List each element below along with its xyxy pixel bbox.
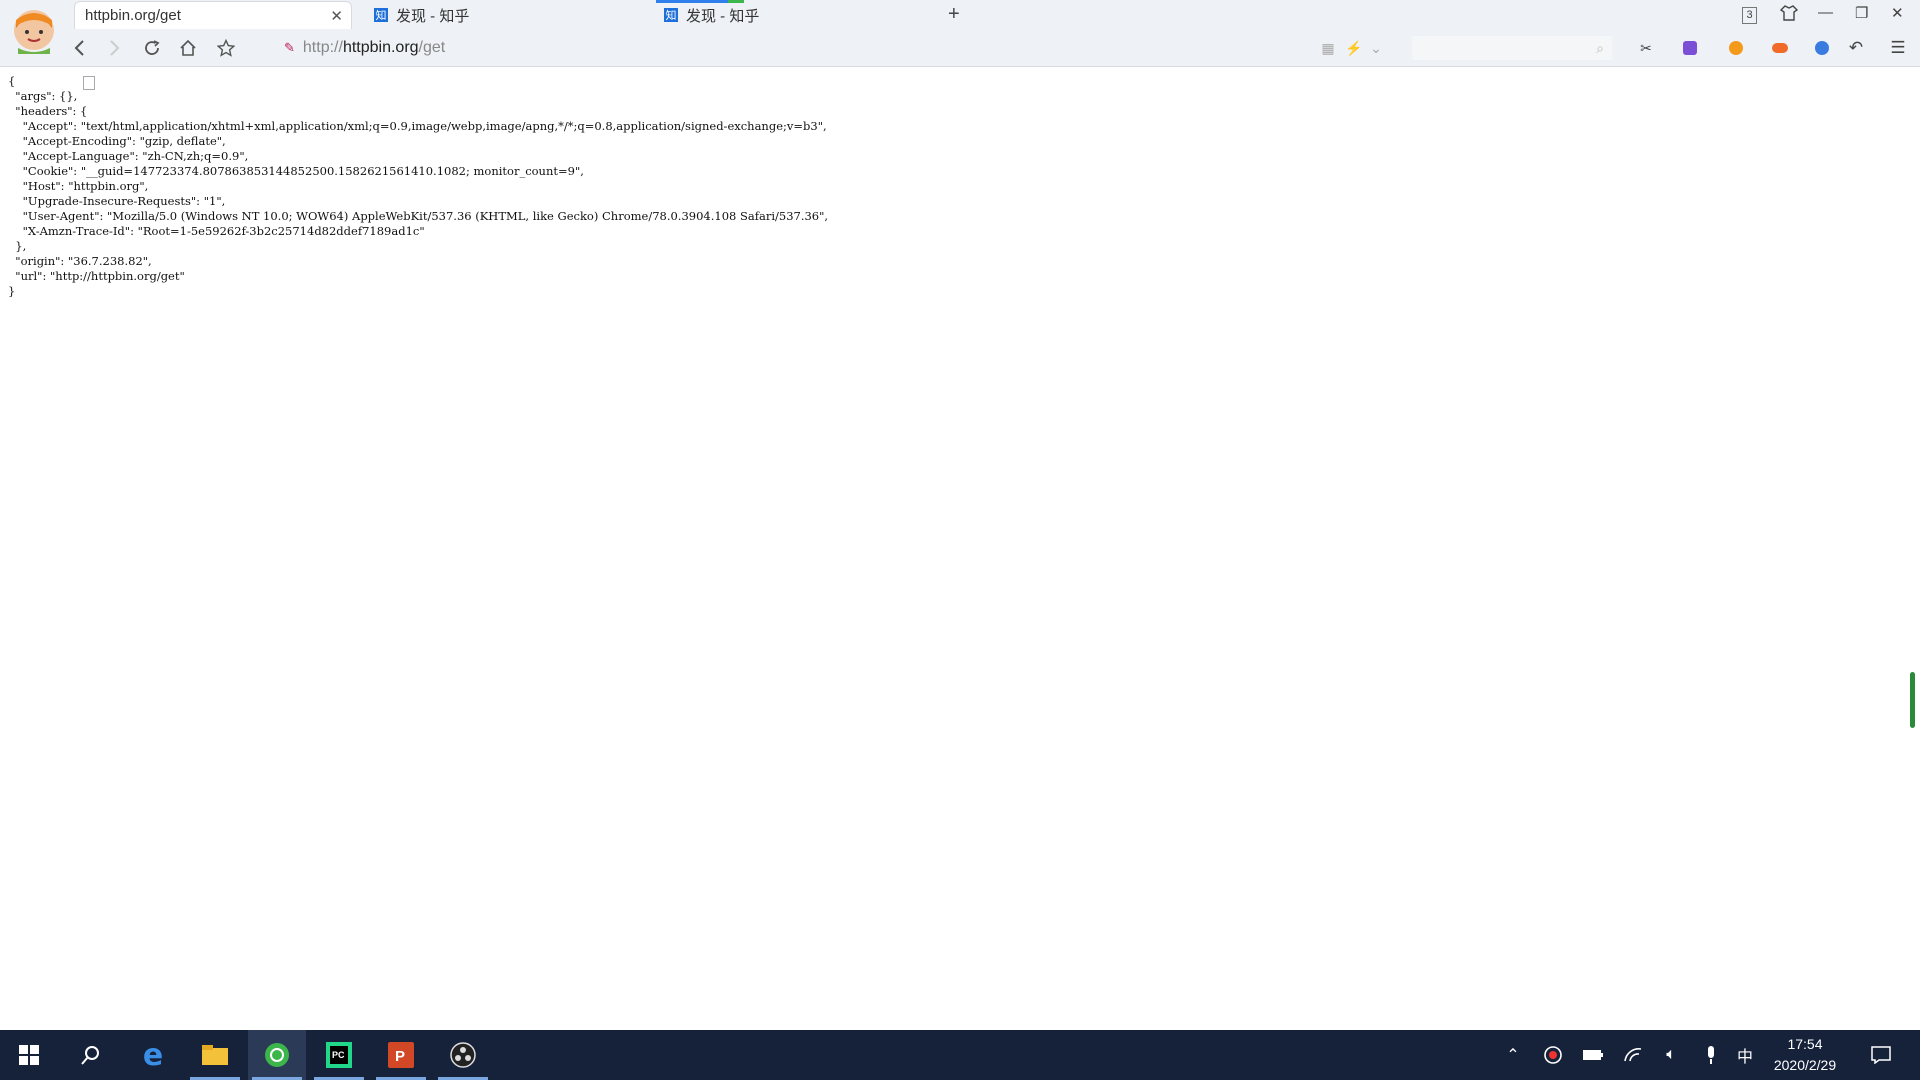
response-line: "args": {}, — [8, 89, 78, 103]
extension-orange-icon[interactable] — [1726, 38, 1746, 58]
tab-label: 发现 - 知乎 — [396, 7, 470, 25]
response-line: }, — [8, 239, 27, 253]
response-line: "Host": "httpbin.org", — [8, 179, 149, 193]
search-input[interactable] — [1412, 36, 1612, 60]
home-icon[interactable] — [174, 34, 202, 62]
insecure-connection-icon[interactable]: ✎ — [284, 40, 295, 56]
response-line: "Accept-Encoding": "gzip, deflate", — [8, 134, 226, 148]
scissors-icon[interactable]: ✂ — [1636, 38, 1656, 58]
zhihu-icon: 知 — [664, 8, 678, 22]
file-explorer-icon[interactable] — [186, 1030, 244, 1080]
response-line: "User-Agent": "Mozilla/5.0 (Windows NT 1… — [8, 209, 829, 223]
svg-text:PC: PC — [332, 1050, 345, 1060]
wifi-icon[interactable] — [1618, 1030, 1648, 1080]
obs-studio-icon[interactable] — [434, 1030, 492, 1080]
new-tab-button[interactable]: + — [948, 3, 960, 26]
extension-purple-icon[interactable] — [1680, 38, 1700, 58]
ime-indicator[interactable]: 中 — [1732, 1030, 1758, 1080]
windows-taskbar: e PC P ⌃ 🔈︎ 中 17:54 2020/2/29 — [0, 1030, 1920, 1080]
response-line: "Upgrade-Insecure-Requests": "1", — [8, 194, 226, 208]
start-button[interactable] — [0, 1030, 58, 1080]
restore-button[interactable]: ❐ — [1855, 4, 1868, 22]
system-clock[interactable]: 17:54 2020/2/29 — [1760, 1034, 1850, 1076]
menu-icon[interactable]: ☰ — [1888, 38, 1908, 58]
response-line: "url": "http://httpbin.org/get" — [8, 269, 185, 283]
notification-center-icon[interactable] — [1864, 1030, 1898, 1080]
bookmark-star-icon[interactable] — [212, 34, 240, 62]
response-line: } — [8, 284, 16, 298]
undo-icon[interactable]: ↶ — [1846, 38, 1866, 58]
skin-shirt-icon[interactable] — [1779, 4, 1799, 26]
translate-globe-icon[interactable] — [1812, 38, 1832, 58]
clock-time: 17:54 — [1787, 1036, 1823, 1052]
tab-zhihu-1[interactable]: 知 发现 - 知乎 — [364, 1, 594, 29]
vertical-scrollbar[interactable] — [1910, 672, 1915, 728]
tab-counter-button[interactable]: 3 — [1742, 7, 1757, 24]
response-line: { — [8, 74, 16, 88]
tab-loading-indicator-green — [728, 0, 744, 3]
clock-date: 2020/2/29 — [1773, 1057, 1837, 1073]
navigation-toolbar: ✎ http://httpbin.org/get ▦ ⚡ ⌄ ⌕ ✂ ↶ ☰ — [0, 30, 1920, 66]
browser-chrome: httpbin.org/get ✕ 知 发现 - 知乎 知 发现 - 知乎 + … — [0, 0, 1920, 90]
window-close-button[interactable]: ✕ — [1891, 4, 1904, 22]
reload-icon[interactable] — [138, 34, 166, 62]
recording-app-tray-icon[interactable] — [1538, 1030, 1568, 1080]
chevron-down-icon[interactable]: ⌄ — [1366, 38, 1386, 58]
search-icon[interactable]: ⌕ — [1590, 38, 1610, 58]
lightning-icon[interactable]: ⚡ — [1344, 38, 1364, 58]
battery-icon[interactable] — [1578, 1030, 1608, 1080]
tab-label: httpbin.org/get — [85, 7, 181, 24]
response-line: "X-Amzn-Trace-Id": "Root=1-5e59262f-3b2c… — [8, 224, 425, 238]
zhihu-icon: 知 — [374, 8, 388, 22]
json-response-body: { "args": {}, "headers": { "Accept": "te… — [8, 74, 828, 299]
powerpoint-icon[interactable]: P — [372, 1030, 430, 1080]
tab-strip: httpbin.org/get ✕ 知 发现 - 知乎 知 发现 - 知乎 — [74, 0, 1920, 90]
address-url[interactable]: http://httpbin.org/get — [303, 39, 445, 57]
response-line: "Cookie": "__guid=147723374.807863853144… — [8, 164, 584, 178]
response-line: "Accept-Language": "zh-CN,zh;q=0.9", — [8, 149, 249, 163]
back-button[interactable] — [66, 34, 94, 62]
microphone-icon[interactable] — [1696, 1030, 1726, 1080]
volume-icon[interactable]: 🔈︎ — [1656, 1030, 1686, 1080]
svg-text:P: P — [395, 1048, 405, 1065]
show-hidden-icons-chevron-icon[interactable]: ⌃ — [1500, 1030, 1526, 1080]
tab-label: 发现 - 知乎 — [686, 7, 760, 25]
response-line: "origin": "36.7.238.82", — [8, 254, 152, 268]
response-line: "Accept": "text/html,application/xhtml+x… — [8, 119, 827, 133]
edge-browser-icon[interactable]: e — [124, 1030, 182, 1080]
pycharm-icon[interactable]: PC — [310, 1030, 368, 1080]
taskbar-search-icon[interactable] — [62, 1030, 120, 1080]
response-line: "headers": { — [8, 104, 88, 118]
forward-button[interactable] — [100, 34, 128, 62]
tab-zhihu-2[interactable]: 知 发现 - 知乎 — [654, 1, 884, 29]
qr-code-icon[interactable]: ▦ — [1318, 38, 1338, 58]
tab-httpbin[interactable]: httpbin.org/get ✕ — [74, 1, 352, 90]
game-controller-icon[interactable] — [1770, 38, 1790, 58]
close-icon[interactable]: ✕ — [330, 7, 343, 25]
address-bar[interactable]: ✎ http://httpbin.org/get — [262, 33, 1392, 63]
360-browser-icon[interactable] — [248, 1030, 306, 1080]
minimize-button[interactable]: — — [1818, 4, 1833, 21]
